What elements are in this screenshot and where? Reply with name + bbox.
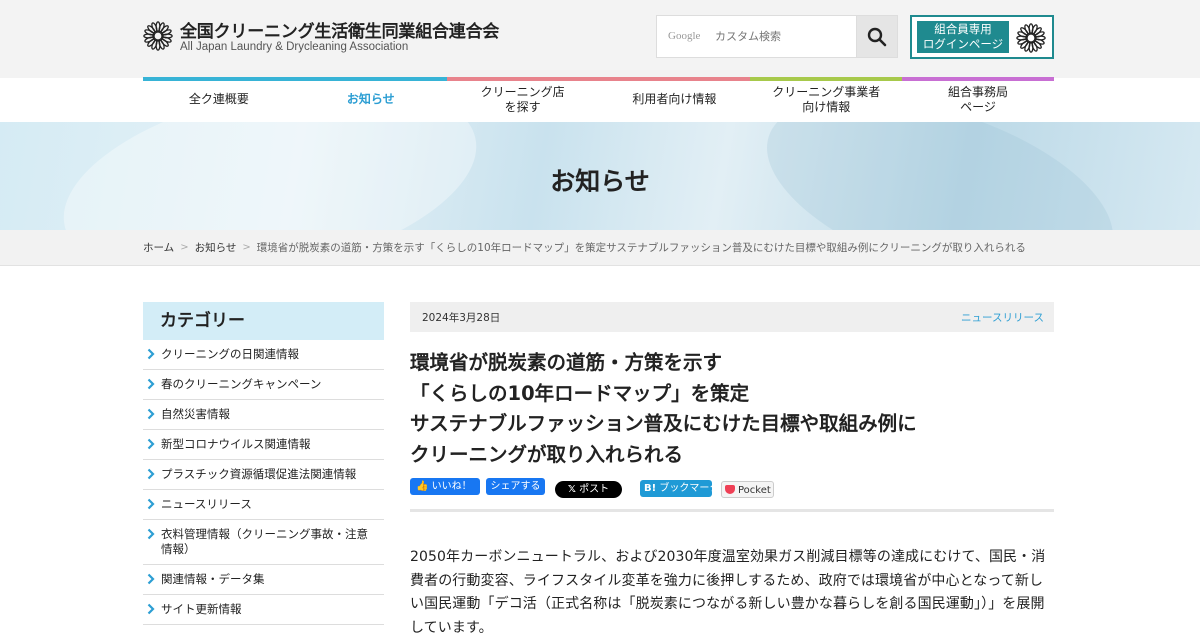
category-list: クリーニングの日関連情報春のクリーニングキャンペーン 自然災害情報新型コロナウイル… bbox=[143, 340, 384, 625]
sidebar-item-label: ニュースリリース bbox=[161, 497, 252, 511]
chrysanthemum-logo-icon bbox=[1016, 23, 1046, 53]
search-input[interactable] bbox=[657, 16, 857, 57]
divider bbox=[410, 509, 1054, 512]
nav-color-bar bbox=[902, 77, 1054, 81]
article-date: 2024年3月28日 bbox=[422, 312, 501, 324]
thumbs-up-icon: 👍 bbox=[416, 481, 429, 492]
article-category-link[interactable]: ニュースリリース bbox=[961, 310, 1044, 325]
chevron-right-icon bbox=[147, 408, 155, 420]
chevron-right-icon bbox=[147, 498, 155, 510]
global-nav: 全ク連概要 お知らせ クリーニング店 を探す 利用者向け情報 クリーニング事業者向… bbox=[143, 77, 1054, 122]
article: 2024年3月28日 ニュースリリース 環境省が脱炭素の道筋・方策を示す 「くら… bbox=[410, 302, 1054, 640]
nav-color-bar bbox=[750, 77, 903, 81]
sidebar-item[interactable]: 衣料管理情報（クリーニング事故・注意情報） bbox=[143, 520, 384, 565]
facebook-like-button[interactable]: 👍 いいね！ bbox=[410, 478, 480, 495]
sidebar-item[interactable]: ニュースリリース bbox=[143, 490, 384, 520]
page-title: お知らせ bbox=[550, 167, 650, 196]
hatena-b-icon: B! bbox=[644, 483, 657, 494]
sidebar-item[interactable]: 春のクリーニングキャンペーン bbox=[143, 370, 384, 400]
article-meta: 2024年3月28日 ニュースリリース bbox=[410, 302, 1054, 332]
sidebar-item[interactable]: 関連情報・データ集 bbox=[143, 565, 384, 595]
custom-search-box: Google bbox=[656, 15, 898, 58]
chevron-right-icon bbox=[147, 438, 155, 450]
nav-item-news[interactable]: お知らせ bbox=[294, 77, 447, 122]
nav-color-bar bbox=[446, 77, 599, 81]
sidebar-item-label: 関連情報・データ集 bbox=[161, 572, 265, 586]
login-label: 組合員専用 ログインページ bbox=[917, 21, 1009, 53]
chevron-right-icon bbox=[147, 528, 155, 540]
site-logo[interactable]: 全国クリーニング生活衛生同業組合連合会 All Japan Laundry & … bbox=[143, 17, 523, 59]
chevron-right-icon bbox=[147, 603, 155, 615]
sidebar-item[interactable]: 新型コロナウイルス関連情報 bbox=[143, 430, 384, 460]
chevron-right-icon bbox=[147, 468, 155, 480]
nav-item-office[interactable]: 組合事務局 ページ bbox=[902, 77, 1054, 122]
chevron-right-icon bbox=[147, 573, 155, 585]
sidebar-item-label: クリーニングの日関連情報 bbox=[161, 347, 299, 361]
sidebar-item-label: 春のクリーニングキャンペーン bbox=[161, 377, 322, 391]
sidebar-item-label: サイト更新情報 bbox=[161, 602, 242, 616]
pocket-icon bbox=[725, 485, 735, 494]
chevron-right-icon: > bbox=[242, 242, 251, 253]
sidebar-item[interactable]: 自然災害情報 bbox=[143, 400, 384, 430]
sidebar-item-label: 新型コロナウイルス関連情報 bbox=[161, 437, 311, 451]
breadcrumb-current: 環境省が脱炭素の道筋・方策を示す「くらしの10年ロードマップ」を策定サステナブル… bbox=[256, 242, 1026, 254]
org-subtitle: All Japan Laundry & Drycleaning Associat… bbox=[180, 41, 409, 53]
sidebar-item-label: 自然災害情報 bbox=[161, 407, 230, 421]
chevron-right-icon bbox=[147, 348, 155, 360]
sidebar-item[interactable]: クリーニングの日関連情報 bbox=[143, 340, 384, 370]
x-post-button[interactable]: 𝕏 ポスト bbox=[555, 481, 622, 498]
sidebar-item-label: 衣料管理情報（クリーニング事故・注意情報） bbox=[161, 527, 368, 556]
share-buttons: 👍 いいね！ シェアする 𝕏 ポスト B! ブックマーク Pocket bbox=[410, 478, 1054, 508]
nav-item-find-shop[interactable]: クリーニング店 を探す bbox=[446, 77, 599, 122]
hatena-bookmark-button[interactable]: B! ブックマーク bbox=[640, 480, 719, 497]
pocket-button[interactable]: Pocket bbox=[721, 481, 774, 498]
breadcrumb-home[interactable]: ホーム bbox=[143, 240, 174, 255]
x-logo-icon: 𝕏 bbox=[567, 484, 576, 495]
nav-item-business[interactable]: クリーニング事業者 向け情報 bbox=[750, 77, 903, 122]
member-login-button[interactable]: 組合員専用 ログインページ bbox=[910, 15, 1054, 59]
nav-color-bar bbox=[294, 77, 447, 81]
breadcrumb-news[interactable]: お知らせ bbox=[195, 240, 237, 255]
breadcrumb: ホーム > お知らせ > 環境省が脱炭素の道筋・方策を示す「くらしの10年ロード… bbox=[0, 230, 1200, 266]
sidebar-item[interactable]: プラスチック資源循環促進法関連情報 bbox=[143, 460, 384, 490]
nav-item-about[interactable]: 全ク連概要 bbox=[143, 77, 295, 122]
site-header: 全国クリーニング生活衛生同業組合連合会 All Japan Laundry & … bbox=[0, 0, 1200, 78]
org-title: 全国クリーニング生活衛生同業組合連合会 bbox=[180, 22, 500, 42]
article-body: 2050年カーボンニュートラル、および2030年度温室効果ガス削減目標等の達成に… bbox=[410, 549, 1046, 636]
category-sidebar: カテゴリー クリーニングの日関連情報春のクリーニングキャンペーン 自然災害情報新型… bbox=[143, 302, 384, 625]
facebook-share-button[interactable]: シェアする bbox=[486, 478, 545, 495]
search-button[interactable] bbox=[856, 16, 897, 57]
sidebar-item-label: プラスチック資源循環促進法関連情報 bbox=[161, 467, 357, 481]
nav-color-bar bbox=[143, 77, 295, 81]
sidebar-heading: カテゴリー bbox=[143, 302, 384, 340]
nav-item-users[interactable]: 利用者向け情報 bbox=[598, 77, 751, 122]
article-title: 環境省が脱炭素の道筋・方策を示す 「くらしの10年ロードマップ」を策定 サステナ… bbox=[410, 351, 917, 466]
nav-color-bar bbox=[598, 77, 751, 81]
search-icon bbox=[867, 27, 887, 46]
chevron-right-icon bbox=[147, 378, 155, 390]
chevron-right-icon: > bbox=[180, 242, 189, 253]
chrysanthemum-logo-icon bbox=[143, 21, 173, 51]
page-hero: お知らせ bbox=[0, 122, 1200, 230]
sidebar-item[interactable]: サイト更新情報 bbox=[143, 595, 384, 625]
